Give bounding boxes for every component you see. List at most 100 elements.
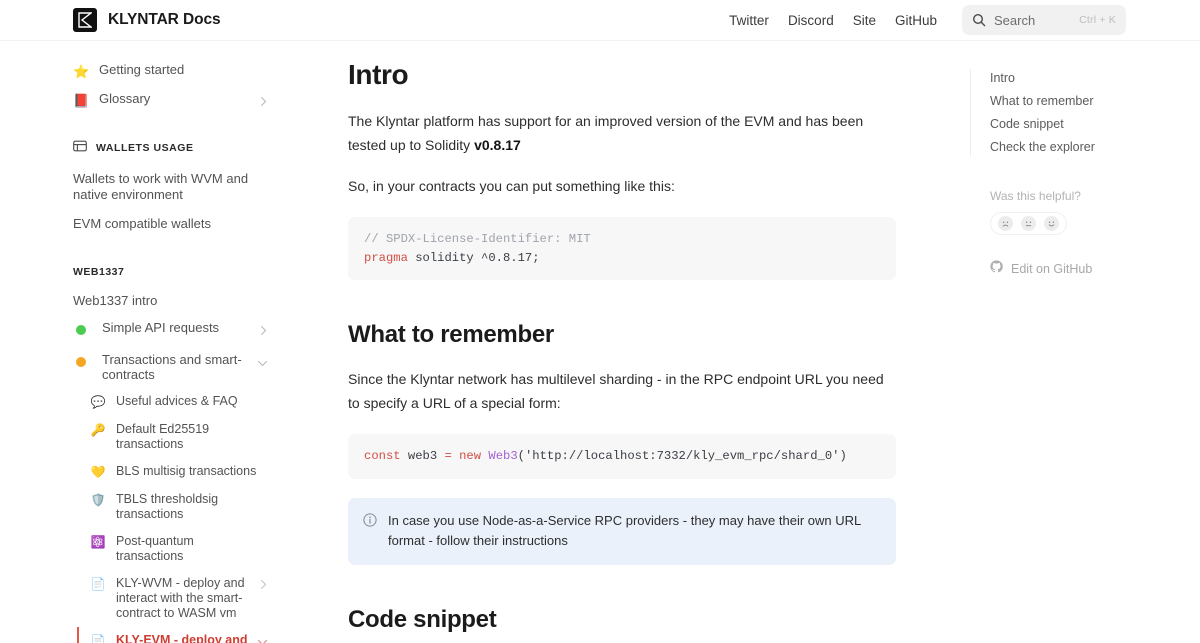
solidity-version: v0.8.17: [474, 137, 521, 153]
sidebar-item-transactions-smart-contracts[interactable]: Transactions and smart-contracts: [0, 347, 290, 388]
shield-icon: 🛡️: [90, 492, 106, 508]
page-icon: 📄: [90, 576, 106, 592]
sidebar-item-label: EVM compatible wallets: [73, 216, 268, 232]
sidebar-item-label: Transactions and smart-contracts: [102, 353, 257, 382]
code-keyword: pragma: [364, 251, 408, 265]
sidebar-item-kly-wvm-deploy[interactable]: 📄 KLY-WVM - deploy and interact with the…: [0, 570, 290, 627]
edit-on-github-label: Edit on GitHub: [1011, 262, 1092, 276]
speech-bubbles-icon: 💬: [90, 394, 106, 410]
klyntar-k-logo-icon: [73, 8, 97, 32]
sidebar-item-default-ed25519-transactions[interactable]: 🔑 Default Ed25519 transactions: [0, 416, 290, 458]
happy-face-icon[interactable]: [1044, 216, 1059, 231]
page-icon: 📄: [90, 633, 106, 643]
nav-link-twitter[interactable]: Twitter: [729, 13, 769, 28]
book-icon: 📕: [73, 92, 89, 109]
sidebar-item-label: Default Ed25519 transactions: [116, 422, 268, 452]
sidebar-item-label: Wallets to work with WVM and native envi…: [73, 171, 268, 202]
sidebar-item-label: Simple API requests: [102, 321, 259, 336]
neutral-face-icon[interactable]: [1021, 216, 1036, 231]
sidebar-item-bls-multisig-transactions[interactable]: 💛 BLS multisig transactions: [0, 458, 290, 486]
sidebar-section-wallets-usage: WALLETS USAGE: [0, 132, 290, 164]
star-icon: ⭐: [73, 63, 89, 80]
intro-paragraph-2: So, in your contracts you can put someth…: [348, 174, 896, 198]
toc-list: Intro What to remember Code snippet Chec…: [970, 67, 1180, 159]
sidebar-item-post-quantum-transactions[interactable]: ⚛️ Post-quantum transactions: [0, 528, 290, 570]
was-this-helpful-label: Was this helpful?: [970, 189, 1180, 203]
feedback-faces: [990, 212, 1067, 235]
section-title: WALLETS USAGE: [96, 142, 194, 154]
sidebar-item-label: KLY-WVM - deploy and interact with the s…: [116, 576, 259, 621]
sidebar-item-glossary[interactable]: 📕 Glossary: [0, 86, 290, 118]
sidebar-item-label: Useful advices & FAQ: [116, 394, 268, 409]
brand-title: KLYNTAR Docs: [108, 11, 221, 29]
chevron-down-icon[interactable]: [257, 634, 268, 643]
section-heading-what-to-remember: What to remember: [348, 320, 896, 350]
nav-link-discord[interactable]: Discord: [788, 13, 834, 28]
toc-item-what-to-remember[interactable]: What to remember: [990, 90, 1180, 113]
intro-paragraph-1: The Klyntar platform has support for an …: [348, 109, 896, 157]
code-keyword-new: new: [452, 449, 489, 463]
nav-link-site[interactable]: Site: [853, 13, 876, 28]
chevron-right-icon[interactable]: [259, 94, 268, 112]
chevron-down-icon[interactable]: [257, 355, 268, 373]
key-icon: 🔑: [90, 422, 106, 438]
code-class-name: Web3: [488, 449, 517, 463]
main-content: Intro The Klyntar platform has support f…: [290, 41, 950, 643]
sidebar-item-web1337-intro[interactable]: Web1337 intro: [0, 286, 290, 316]
edit-on-github-link[interactable]: Edit on GitHub: [990, 260, 1180, 278]
callout-text: In case you use Node-as-a-Service RPC pr…: [388, 511, 880, 551]
sidebar-item-label: Web1337 intro: [73, 293, 268, 309]
sidebar-item-label: TBLS thresholdsig transactions: [116, 492, 268, 522]
sad-face-icon[interactable]: [998, 216, 1013, 231]
code-text: ('http://localhost:7332/kly_evm_rpc/shar…: [518, 449, 847, 463]
sidebar-item-label: KLY-EVM - deploy and interact with the s…: [116, 633, 257, 643]
left-sidebar[interactable]: ⭐ Getting started 📕 Glossary WALLETS USA…: [0, 41, 290, 643]
search-placeholder: Search: [994, 13, 1071, 28]
web3-rpc-code-block: const web3 = new Web3('http://localhost:…: [348, 434, 896, 479]
atom-icon: ⚛️: [90, 534, 106, 550]
sidebar-item-label: Post-quantum transactions: [116, 534, 268, 564]
sidebar-item-tbls-thresholdsig-transactions[interactable]: 🛡️ TBLS thresholdsig transactions: [0, 486, 290, 528]
toc-item-code-snippet[interactable]: Code snippet: [990, 113, 1180, 136]
sidebar-section-web1337: WEB1337: [0, 255, 290, 286]
search-shortcut-hint: Ctrl + K: [1079, 14, 1116, 26]
orange-dot-icon: [76, 357, 86, 367]
code-text: solidity ^0.8.17;: [408, 251, 540, 265]
section-heading-code-snippet: Code snippet: [348, 605, 896, 635]
wallet-icon: [73, 139, 87, 157]
section-title: WEB1337: [73, 266, 124, 278]
nav-link-github[interactable]: GitHub: [895, 13, 937, 28]
brand[interactable]: KLYNTAR Docs: [73, 8, 221, 32]
green-dot-icon: [76, 325, 86, 335]
toc-item-check-the-explorer[interactable]: Check the explorer: [990, 136, 1180, 159]
sidebar-item-label: BLS multisig transactions: [116, 464, 268, 479]
chevron-right-icon[interactable]: [259, 323, 268, 341]
sidebar-item-label: Getting started: [99, 63, 268, 78]
remember-paragraph: Since the Klyntar network has multilevel…: [348, 367, 896, 415]
yellow-heart-icon: 💛: [90, 464, 106, 480]
right-toc: Intro What to remember Code snippet Chec…: [950, 41, 1200, 643]
info-callout: In case you use Node-as-a-Service RPC pr…: [348, 498, 896, 565]
sidebar-item-getting-started[interactable]: ⭐ Getting started: [0, 57, 290, 86]
top-header: KLYNTAR Docs Twitter Discord Site GitHub…: [0, 0, 1200, 41]
sidebar-item-kly-evm-deploy[interactable]: 📄 KLY-EVM - deploy and interact with the…: [0, 627, 290, 643]
code-keyword: const: [364, 449, 401, 463]
github-icon: [990, 260, 1003, 278]
code-text: web3: [401, 449, 445, 463]
sidebar-item-label: Glossary: [99, 92, 259, 107]
search-icon: [972, 13, 986, 27]
code-comment: // SPDX-License-Identifier: MIT: [364, 232, 591, 246]
search-input[interactable]: Search Ctrl + K: [962, 5, 1126, 35]
solidity-code-block: // SPDX-License-Identifier: MIT pragma s…: [348, 217, 896, 280]
page-title: Intro: [348, 58, 896, 92]
intro-paragraph-1-text: The Klyntar platform has support for an …: [348, 113, 863, 153]
header-nav: Twitter Discord Site GitHub Search Ctrl …: [729, 5, 1126, 35]
toc-item-intro[interactable]: Intro: [990, 67, 1180, 90]
code-operator: =: [444, 449, 451, 463]
sidebar-item-simple-api-requests[interactable]: Simple API requests: [0, 315, 290, 347]
info-circle-icon: [363, 513, 377, 532]
sidebar-item-evm-compatible-wallets[interactable]: EVM compatible wallets: [0, 209, 290, 239]
sidebar-item-wallets-wvm[interactable]: Wallets to work with WVM and native envi…: [0, 164, 290, 209]
sidebar-item-useful-advices-faq[interactable]: 💬 Useful advices & FAQ: [0, 388, 290, 416]
chevron-right-icon[interactable]: [259, 577, 268, 595]
